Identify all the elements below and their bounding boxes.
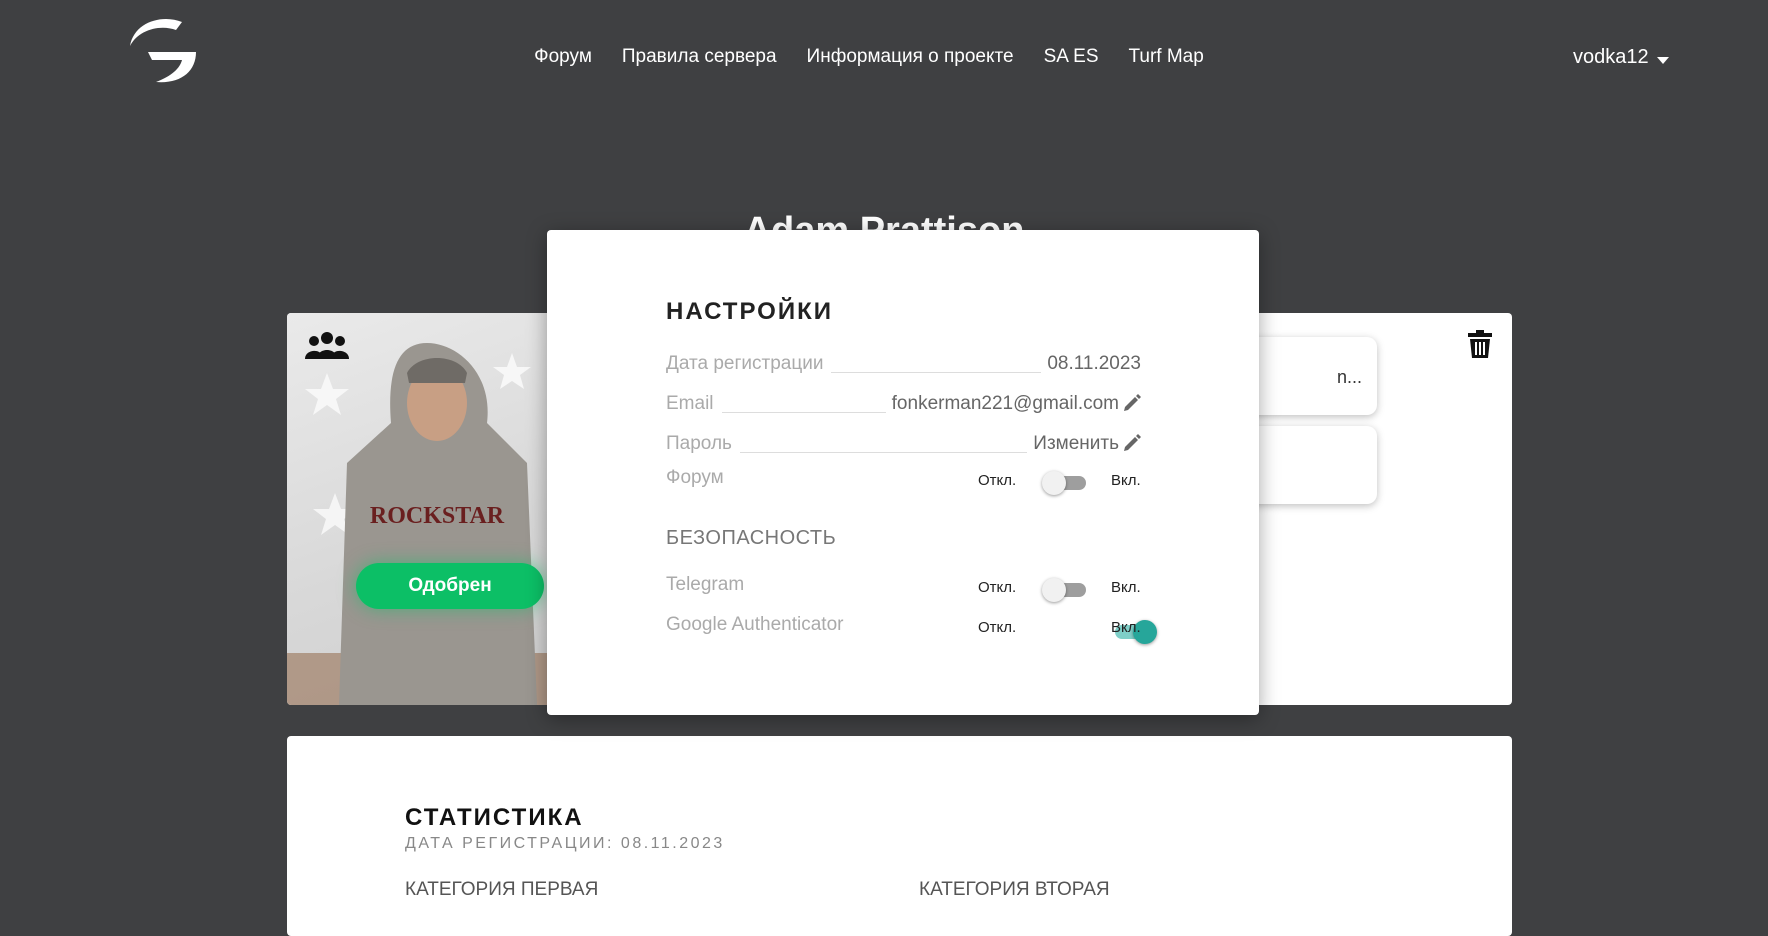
main-nav: Форум Правила сервера Информация о проек… (0, 46, 1768, 68)
google-authenticator-toggle-row: Google Authenticator Откл. Вкл. (666, 612, 1157, 644)
on-label: Вкл. (1111, 619, 1141, 636)
registration-date-row: Дата регистрации 08.11.2023 (666, 345, 1141, 375)
telegram-label: Telegram (666, 574, 745, 595)
off-label: Откл. (978, 579, 1017, 596)
password-label: Пароль (666, 433, 732, 454)
info-box-1-text: n... (1337, 367, 1363, 387)
registration-date-value: 08.11.2023 (1047, 353, 1141, 374)
settings-title: НАСТРОЙКИ (666, 298, 833, 325)
category-first: КАТЕГОРИЯ ПЕРВАЯ (405, 879, 599, 900)
site-header: Форум Правила сервера Информация о проек… (0, 0, 1768, 115)
pencil-icon[interactable] (1123, 394, 1141, 412)
on-label: Вкл. (1111, 472, 1141, 489)
group-icon (305, 332, 349, 359)
toggle-thumb (1042, 471, 1066, 495)
email-value: fonkerman221@gmail.com (891, 393, 1119, 414)
email-label: Email (666, 393, 714, 414)
approved-status-button[interactable]: Одобрен (356, 563, 544, 609)
password-row: Пароль Изменить (666, 425, 1141, 455)
stats-registration-date: ДАТА РЕГИСТРАЦИИ: 08.11.2023 (405, 835, 725, 852)
user-menu[interactable]: vodka12 (1573, 46, 1669, 69)
telegram-toggle-row: Telegram Откл. Вкл. (666, 572, 1141, 602)
nav-turf-map[interactable]: Turf Map (1129, 46, 1204, 68)
trash-icon[interactable] (1468, 330, 1492, 358)
off-label: Откл. (978, 619, 1017, 636)
chevron-down-icon (1656, 57, 1669, 64)
security-title: БЕЗОПАСНОСТЬ (666, 527, 837, 549)
toggle-thumb (1042, 578, 1066, 602)
change-password-link[interactable]: Изменить (1033, 433, 1119, 455)
email-row: Email fonkerman221@gmail.com (666, 385, 1141, 415)
stats-title: СТАТИСТИКА (405, 804, 584, 831)
username: vodka12 (1573, 46, 1649, 68)
telegram-toggle[interactable] (1042, 577, 1088, 602)
dotted-divider (831, 372, 1042, 373)
character-image: ROCKSTAR (287, 343, 547, 705)
stats-card: СТАТИСТИКА ДАТА РЕГИСТРАЦИИ: 08.11.2023 … (287, 736, 1512, 936)
forum-toggle-row: Форум Откл. Вкл. (666, 465, 1141, 495)
nav-forum[interactable]: Форум (534, 46, 592, 68)
nav-server-rules[interactable]: Правила сервера (622, 46, 777, 68)
registration-date-label: Дата регистрации (666, 353, 824, 374)
google-authenticator-label: Google Authenticator (666, 614, 844, 635)
svg-text:ROCKSTAR: ROCKSTAR (370, 503, 505, 529)
settings-modal: НАСТРОЙКИ Дата регистрации 08.11.2023 Em… (547, 230, 1259, 715)
nav-project-info[interactable]: Информация о проекте (807, 46, 1014, 68)
nav-sa-es[interactable]: SA ES (1044, 46, 1099, 68)
dotted-divider (721, 412, 886, 413)
off-label: Откл. (978, 472, 1017, 489)
pencil-icon[interactable] (1123, 434, 1141, 452)
category-second: КАТЕГОРИЯ ВТОРАЯ (919, 879, 1110, 900)
forum-toggle[interactable] (1042, 470, 1088, 495)
forum-label: Форум (666, 467, 724, 488)
avatar: ROCKSTAR Одобрен (287, 313, 547, 705)
dotted-divider (739, 452, 1028, 453)
on-label: Вкл. (1111, 579, 1141, 596)
